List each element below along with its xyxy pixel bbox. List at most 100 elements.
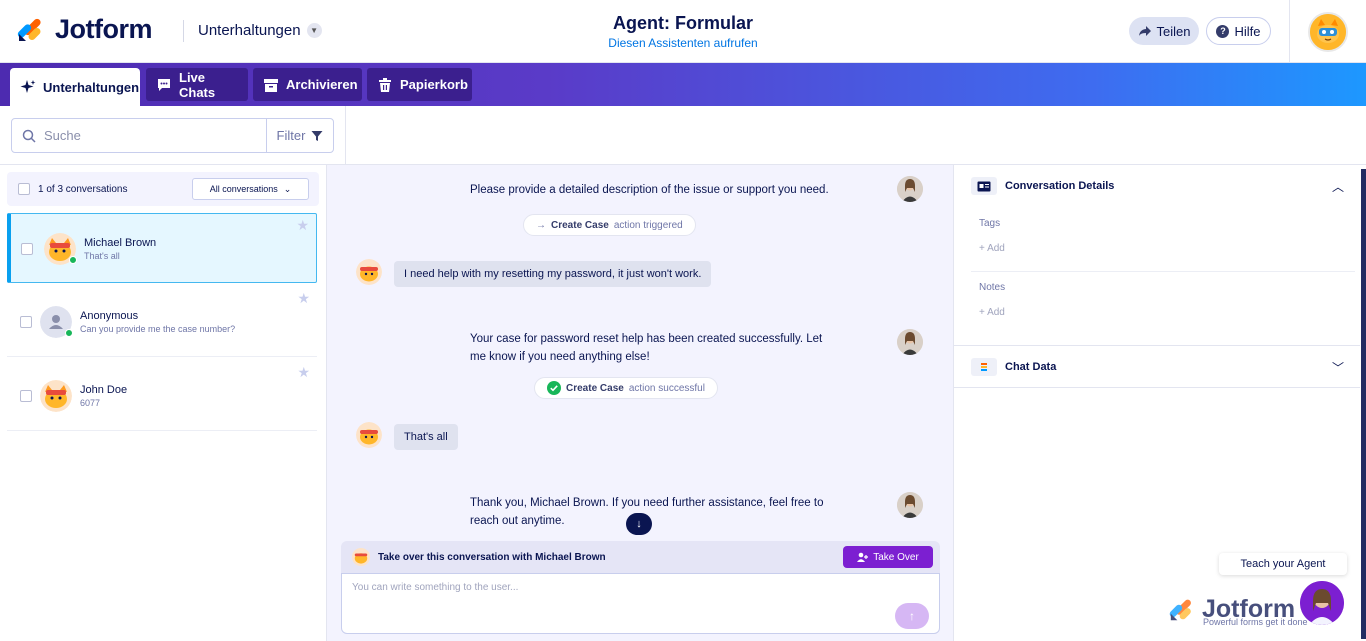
chat-icon: [156, 77, 172, 93]
share-label: Teilen: [1156, 23, 1191, 39]
header-divider-right: [1289, 0, 1290, 63]
jotform-logo-icon: [17, 18, 41, 41]
agent-avatar-launcher[interactable]: [1300, 581, 1344, 625]
tags-label: Tags: [979, 218, 1001, 229]
online-indicator: [69, 256, 77, 264]
takeover-bar: Take over this conversation with Michael…: [341, 541, 940, 573]
conversation-snippet: 6077: [80, 398, 101, 408]
tab-label: Live Chats: [179, 69, 216, 100]
conversation-filter-select[interactable]: All conversations ⌄: [192, 178, 309, 200]
conversation-details-title: Conversation Details: [1005, 180, 1115, 192]
arrow-down-icon: ↓: [636, 518, 642, 530]
teach-agent-tooltip[interactable]: Teach your Agent: [1219, 553, 1347, 575]
help-label: Hilfe: [1234, 23, 1261, 39]
tab-label: Papierkorb: [400, 77, 468, 92]
takeover-user-name: Michael Brown: [535, 551, 606, 563]
help-icon: ?: [1216, 24, 1230, 38]
conversation-list-panel: 1 of 3 conversations All conversations ⌄…: [0, 165, 327, 641]
conversation-checkbox[interactable]: [20, 316, 32, 328]
search-box[interactable]: [11, 118, 267, 153]
tab-bar: Unterhaltungen Live Chats Archivieren Pa…: [0, 63, 1366, 106]
conversation-item[interactable]: John Doe 6077 ★: [7, 361, 317, 431]
section-divider: [971, 271, 1355, 272]
open-assistant-link[interactable]: Diesen Assistenten aufrufen: [533, 36, 833, 50]
send-button[interactable]: ↑: [895, 603, 929, 629]
arrow-right-icon: →: [536, 219, 546, 231]
cat-avatar-icon: [356, 422, 382, 448]
list-header: 1 of 3 conversations All conversations ⌄: [7, 172, 319, 206]
tab-trash[interactable]: Papierkorb: [367, 68, 472, 101]
conversations-menu[interactable]: Unterhaltungen ▼: [198, 22, 322, 39]
action-status-pill: Create Case action successful: [534, 377, 718, 399]
agent-avatar: [897, 329, 923, 355]
details-scrollbar[interactable]: [1361, 169, 1366, 639]
page-title: Agent: Formular: [612, 13, 753, 33]
tab-label: Unterhaltungen: [43, 79, 140, 95]
chat-panel: Please provide a detailed description of…: [327, 165, 953, 641]
conversation-item[interactable]: Michael Brown That's all ★: [7, 213, 317, 283]
search-input[interactable]: [44, 128, 244, 143]
tab-live-chats[interactable]: Live Chats: [146, 68, 248, 101]
action-name: Create Case: [551, 219, 609, 231]
filter-button[interactable]: Filter: [266, 118, 334, 153]
conversation-snippet: That's all: [84, 251, 120, 261]
takeover-text: Take over this conversation with Michael…: [378, 552, 606, 563]
chat-data-header[interactable]: Chat Data: [971, 357, 1056, 377]
add-tag-button[interactable]: + Add: [979, 243, 1005, 254]
watermark-tagline: Powerful forms get it done: [1203, 617, 1308, 627]
online-indicator: [65, 329, 73, 337]
logo-text: Jotform: [55, 14, 153, 44]
tab-label: Archivieren: [286, 77, 358, 92]
search-row-divider: [345, 106, 346, 165]
tab-conversations[interactable]: Unterhaltungen: [10, 68, 140, 106]
conversation-checkbox[interactable]: [20, 390, 32, 402]
conversation-details-header[interactable]: Conversation Details: [971, 176, 1114, 196]
notes-label: Notes: [979, 282, 1006, 293]
user-avatar[interactable]: [1308, 12, 1348, 52]
tab-archive[interactable]: Archivieren: [253, 68, 362, 101]
takeover-prefix: Take over this conversation with: [378, 551, 533, 563]
help-button[interactable]: ? Hilfe: [1206, 17, 1271, 45]
action-name: Create Case: [566, 382, 624, 394]
message-input[interactable]: [352, 582, 872, 622]
sparkle-icon: [20, 79, 36, 95]
conversation-checkbox[interactable]: [21, 243, 33, 255]
conversation-count: 1 of 3 conversations: [38, 183, 128, 195]
agent-message-line: Thank you, Michael Brown. If you need fu…: [470, 497, 824, 509]
agent-message-line: me know if you need anything else!: [470, 351, 650, 363]
star-icon[interactable]: ★: [297, 290, 310, 307]
section-divider: [954, 387, 1360, 388]
conversation-name: John Doe: [80, 384, 128, 396]
select-all-checkbox[interactable]: [18, 183, 30, 195]
chat-data-title: Chat Data: [1005, 361, 1057, 373]
star-icon[interactable]: ★: [296, 217, 309, 234]
check-circle-icon: [547, 381, 561, 395]
take-over-button[interactable]: Take Over: [843, 546, 933, 568]
user-plus-icon: [857, 552, 869, 562]
section-divider: [954, 345, 1360, 346]
conversation-item[interactable]: Anonymous Can you provide me the case nu…: [7, 287, 317, 357]
funnel-icon: [311, 130, 323, 141]
user-message: I need help with my resetting my passwor…: [394, 261, 712, 287]
agent-message: Your case for password reset help has be…: [470, 330, 822, 366]
share-arrow-icon: [1138, 26, 1151, 36]
agent-message-line: Your case for password reset help has be…: [470, 333, 823, 345]
share-button[interactable]: Teilen: [1129, 17, 1199, 45]
conversation-name: Anonymous: [80, 310, 139, 322]
conversation-snippet: Can you provide me the case number?: [80, 324, 236, 334]
add-note-button[interactable]: + Add: [979, 307, 1005, 318]
scroll-to-bottom-button[interactable]: ↓: [626, 513, 652, 535]
cat-avatar-icon: [352, 548, 370, 566]
jotform-logo[interactable]: Jotform: [17, 14, 153, 45]
jotform-logo-icon: [1169, 599, 1191, 620]
conversations-menu-label: Unterhaltungen: [198, 22, 301, 39]
star-icon[interactable]: ★: [297, 364, 310, 381]
chevron-up-icon[interactable]: ︿: [1332, 178, 1344, 195]
chevron-down-icon: ▼: [306, 23, 322, 38]
chevron-down-icon[interactable]: ﹀: [1332, 359, 1344, 376]
user-message: That's all: [394, 424, 458, 450]
conversation-name: Michael Brown: [84, 237, 157, 249]
trash-icon: [377, 77, 393, 93]
agent-avatar: [897, 492, 923, 518]
details-card-icon: [971, 177, 997, 195]
